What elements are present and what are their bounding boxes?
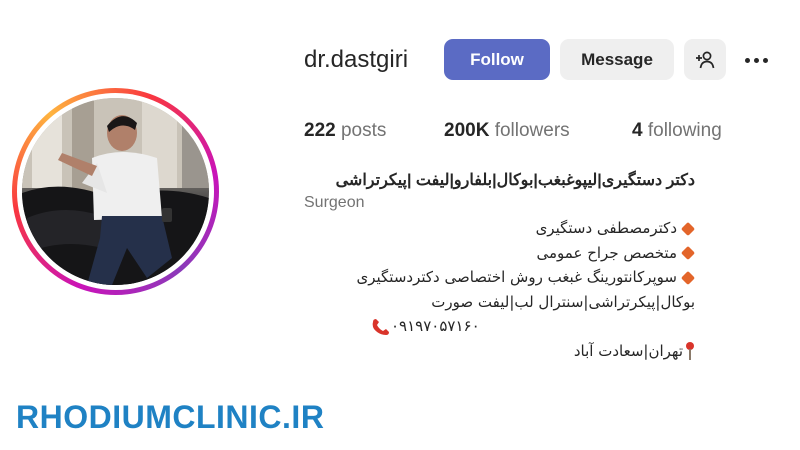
dot (744, 57, 750, 63)
bio-line-text: سوپرکانتورینگ غبغب روش اختصاصی دکتردستگی… (356, 268, 677, 286)
bio-line: متخصص جراح عمومی (275, 241, 696, 266)
bio-full-name: دکتر دستگیری|لیپوغبغب|بوکال|بلفارو|لیفت … (335, 172, 695, 189)
bio-text: دکترمصطفی دستگیری متخصص جراح عمومی سوپرک… (275, 216, 696, 364)
avatar-photo (22, 98, 209, 285)
message-button[interactable]: Message (560, 39, 674, 80)
bio-line: سوپرکانتورینگ غبغب روش اختصاصی دکتردستگی… (275, 265, 696, 290)
diamond-bullet-icon (680, 221, 696, 236)
watermark-text: RHODIUMCLINIC.IR (16, 399, 325, 435)
following-label: following (647, 120, 722, 141)
followers-label: followers (494, 120, 570, 141)
diamond-bullet-icon (680, 270, 696, 285)
phone-icon (372, 318, 389, 335)
bio-category: Surgeon (304, 194, 365, 211)
bio-line: دکترمصطفی دستگیری (275, 216, 696, 241)
posts-label: posts (340, 120, 387, 141)
avatar-border (17, 93, 214, 290)
bio-line-text: متخصص جراح عمومی (536, 243, 677, 262)
followers-count: 200K (444, 120, 490, 141)
bio-line: تهران|سعادت آباد (275, 339, 695, 364)
posts-count: 222 (304, 120, 336, 141)
phone-number[interactable]: ۰۹۱۹۷۰۵۷۱۶۰ (391, 317, 480, 335)
more-options-icon[interactable] (740, 46, 772, 74)
add-user-button[interactable] (684, 39, 726, 80)
posts-stat: 222 posts (304, 118, 386, 144)
bio-name-row: دکتر دستگیری|لیپوغبغب|بوکال|بلفارو|لیفت … (300, 169, 695, 193)
profile-username: dr.dastgiri (304, 46, 409, 73)
dot (762, 57, 768, 63)
story-ring[interactable] (12, 88, 219, 295)
followers-stat[interactable]: 200K followers (444, 118, 570, 144)
add-user-icon (696, 51, 715, 68)
pin-icon (686, 342, 694, 360)
bio-line: ۰۹۱۹۷۰۵۷۱۶۰ (275, 314, 695, 339)
bio-line: بوکال|پیکرتراشی|سنترال لب|لیفت صورت (275, 290, 695, 315)
bio-location: تهران|سعادت آباد (573, 341, 683, 360)
bio-line-text: بوکال|پیکرتراشی|سنترال لب|لیفت صورت (431, 292, 695, 311)
diamond-bullet-icon (680, 245, 696, 261)
following-stat[interactable]: 4 following (632, 118, 722, 144)
dot (753, 57, 759, 63)
profile-avatar[interactable] (22, 98, 209, 285)
bio-line-text: دکترمصطفی دستگیری (535, 219, 677, 237)
following-count: 4 (632, 120, 643, 141)
follow-button[interactable]: Follow (444, 39, 550, 80)
